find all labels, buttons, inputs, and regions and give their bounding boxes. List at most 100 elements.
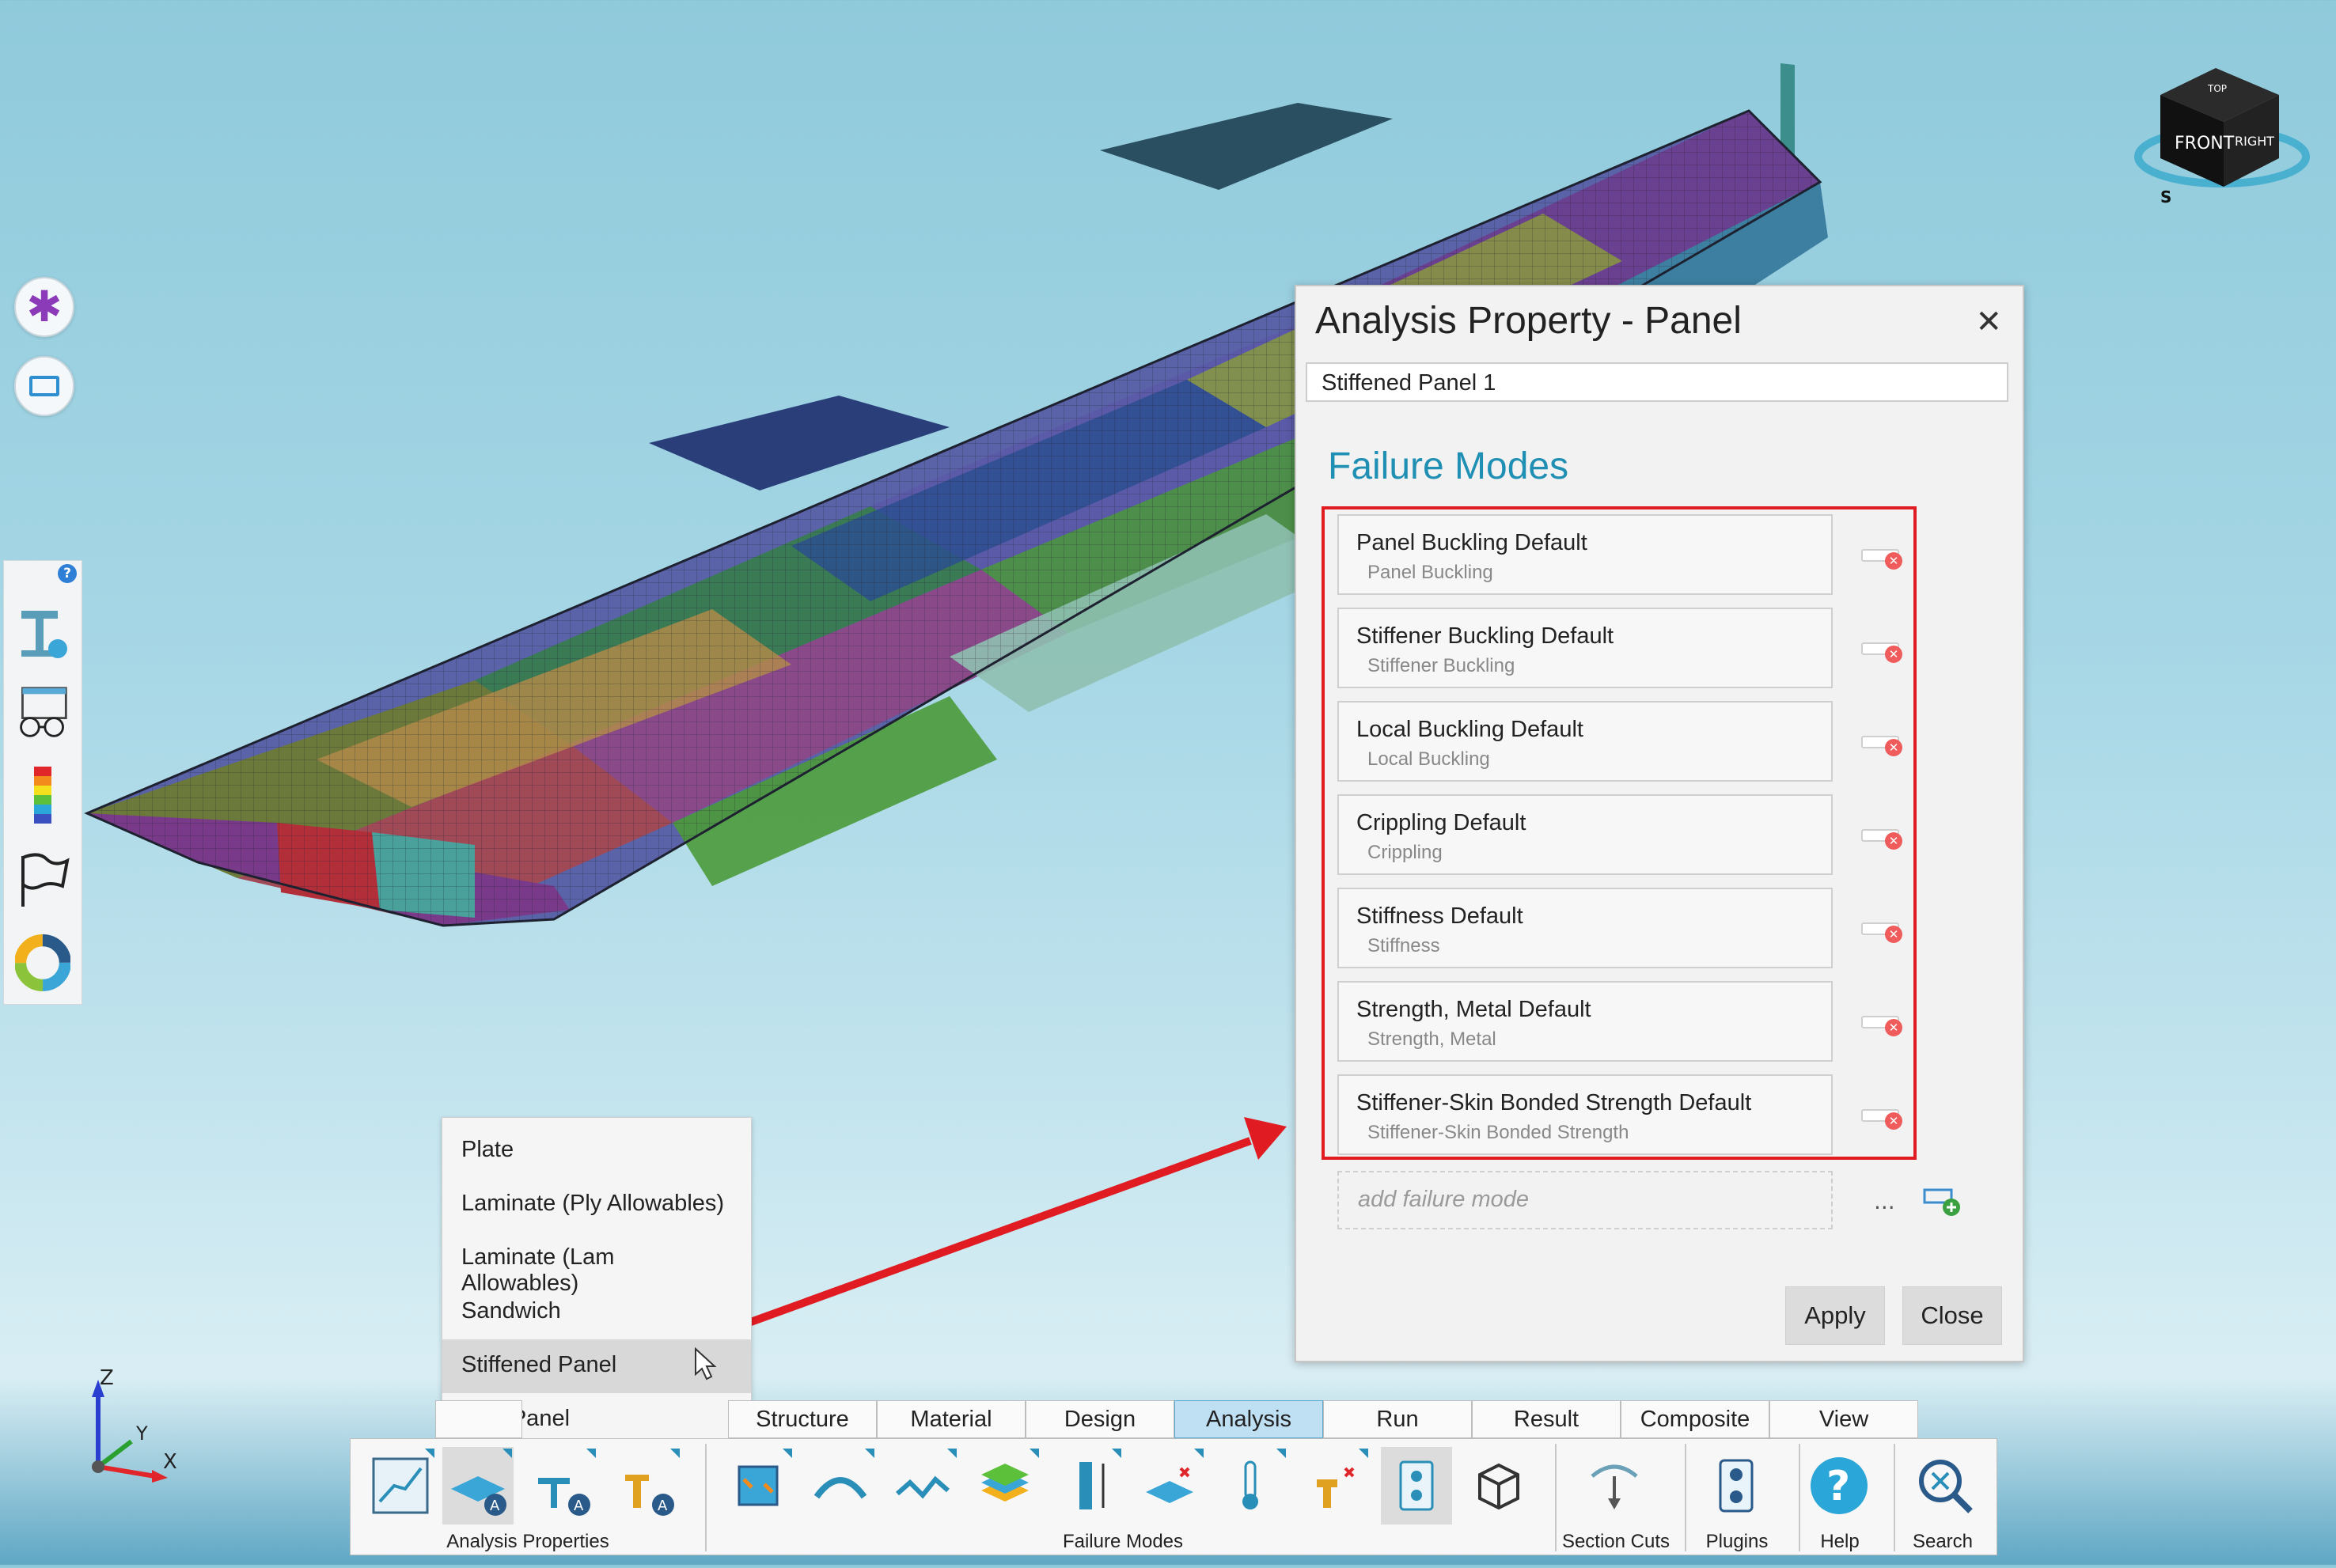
failure-mode-name: Stiffness Default [1356, 903, 1523, 929]
failure-mode-name: Crippling Default [1356, 810, 1526, 835]
menu-item-sandwich[interactable]: Sandwich [442, 1286, 751, 1339]
help-button[interactable]: ? [1803, 1447, 1875, 1524]
beam-analysis-icon: A [538, 1478, 590, 1516]
remove-icon: ✕ [1885, 832, 1902, 850]
svg-text:A: A [574, 1498, 584, 1514]
cube-outline-icon [1478, 1463, 1519, 1510]
failure-mode-item[interactable]: Local Buckling Default Local Buckling [1337, 701, 1833, 782]
failure-mode-button-10[interactable] [1463, 1447, 1534, 1524]
failure-mode-type: Local Buckling [1367, 748, 1490, 770]
failure-mode-item[interactable]: Stiffener-Skin Bonded Strength Default S… [1337, 1074, 1833, 1155]
beam-analysis-button[interactable]: A [526, 1447, 597, 1524]
tab-structure[interactable]: Structure [728, 1400, 877, 1438]
search-button[interactable] [1909, 1447, 1981, 1524]
tab-analysis[interactable]: Analysis [1174, 1400, 1323, 1438]
menu-item-laminate-ply[interactable]: Laminate (Ply Allowables) [442, 1178, 751, 1232]
remove-icon: ✕ [1885, 739, 1902, 756]
analysis-properties-menu: Plate Laminate (Ply Allowables) Laminate… [442, 1117, 752, 1445]
add-failure-mode-button[interactable] [1923, 1187, 1961, 1221]
tab-material[interactable]: Material [877, 1400, 1026, 1438]
failure-mode-name: Panel Buckling Default [1356, 530, 1587, 555]
remove-failure-mode-button[interactable]: ✕ [1861, 824, 1902, 850]
menu-item-laminate-lam[interactable]: Laminate (Lam Allowables) [442, 1232, 751, 1296]
failure-mode-item[interactable]: Stiffness Default Stiffness [1337, 888, 1833, 968]
plugins-button[interactable] [1701, 1447, 1772, 1524]
failure-mode-name: Stiffener-Skin Bonded Strength Default [1356, 1090, 1752, 1115]
stiffener-buckling-icon [896, 1475, 950, 1499]
analysis-properties-label: Analysis Properties [446, 1531, 609, 1552]
failure-mode-item[interactable]: Crippling Default Crippling [1337, 794, 1833, 875]
close-icon[interactable]: ✕ [1975, 304, 2002, 340]
help-icon: ? [1811, 1457, 1868, 1514]
search-icon [1919, 1460, 1973, 1513]
remove-icon: ✕ [1885, 552, 1902, 570]
failure-mode-name: Strength, Metal Default [1356, 997, 1591, 1022]
failure-mode-type: Crippling [1367, 842, 1443, 863]
remove-icon: ✕ [1885, 646, 1902, 663]
failure-mode-button-9[interactable] [1381, 1447, 1452, 1524]
failure-modes-label: Failure Modes [1062, 1531, 1184, 1552]
tab-design[interactable]: Design [1026, 1400, 1174, 1438]
svg-text:?: ? [1826, 1463, 1850, 1510]
failure-mode-button-1[interactable] [722, 1447, 794, 1524]
failure-mode-button-6[interactable] [1134, 1447, 1205, 1524]
section-cuts-button[interactable] [1579, 1447, 1650, 1524]
failure-mode-button-7[interactable] [1216, 1447, 1287, 1524]
beam-chart-icon [372, 1457, 429, 1514]
failure-mode-button-4[interactable] [969, 1447, 1041, 1524]
remove-failure-mode-button[interactable]: ✕ [1861, 544, 1902, 570]
help-label: Help [1820, 1531, 1860, 1552]
joint-analysis-button[interactable]: A [610, 1447, 681, 1524]
add-list-icon [1923, 1188, 1960, 1216]
tab-composite[interactable]: Composite [1621, 1400, 1769, 1438]
joint-analysis-icon: A [625, 1475, 674, 1516]
plug-outlet-icon [1719, 1459, 1754, 1513]
search-label: Search [1912, 1531, 1974, 1552]
laminate-layers-icon [981, 1464, 1029, 1502]
menu-item-plate[interactable]: Plate [442, 1124, 751, 1178]
remove-failure-mode-button[interactable]: ✕ [1861, 1011, 1902, 1036]
failure-mode-button-3[interactable] [887, 1447, 958, 1524]
remove-failure-mode-button[interactable]: ✕ [1861, 638, 1902, 663]
failure-mode-item[interactable]: Panel Buckling Default Panel Buckling [1337, 514, 1833, 595]
tab-run[interactable]: Run [1323, 1400, 1472, 1438]
svg-text:A: A [658, 1498, 668, 1514]
analysis-property-dialog: Analysis Property - Panel ✕ Stiffened Pa… [1295, 285, 2024, 1362]
failure-mode-type: Strength, Metal [1367, 1028, 1496, 1050]
outlet-icon [1399, 1460, 1434, 1511]
plugins-label: Plugins [1705, 1531, 1769, 1552]
failure-mode-name: Local Buckling Default [1356, 717, 1583, 742]
tab-view[interactable]: View [1769, 1400, 1918, 1438]
failure-mode-button-8[interactable] [1299, 1447, 1370, 1524]
failure-mode-item[interactable]: Stiffener Buckling Default Stiffener Buc… [1337, 608, 1833, 688]
remove-icon: ✕ [1885, 1019, 1902, 1036]
add-failure-mode-input[interactable]: add failure mode [1337, 1171, 1833, 1229]
failure-mode-type: Stiffness [1367, 935, 1440, 956]
remove-failure-mode-button[interactable]: ✕ [1861, 731, 1902, 756]
beam-property-button[interactable] [365, 1447, 436, 1524]
property-name-field[interactable]: Stiffened Panel 1 [1306, 362, 2008, 402]
failure-mode-button-2[interactable] [805, 1447, 876, 1524]
remove-failure-mode-button[interactable]: ✕ [1861, 1104, 1902, 1130]
section-cuts-label: Section Cuts [1561, 1531, 1670, 1552]
remove-icon: ✕ [1885, 926, 1902, 943]
section-cut-icon [1591, 1464, 1638, 1509]
strength-metal-icon [1146, 1467, 1193, 1503]
close-button[interactable]: Close [1902, 1286, 2002, 1345]
panel-buckling-icon [738, 1465, 779, 1506]
browse-failure-modes-button[interactable]: ... [1874, 1188, 1895, 1214]
failure-mode-type: Panel Buckling [1367, 562, 1493, 583]
panel-property-button[interactable]: A [442, 1447, 514, 1524]
panel-analysis-icon: A [451, 1476, 506, 1516]
tab-blank[interactable] [435, 1400, 522, 1438]
crippling-icon [813, 1477, 867, 1499]
failure-mode-item[interactable]: Strength, Metal Default Strength, Metal [1337, 981, 1833, 1062]
failure-mode-type: Stiffener-Skin Bonded Strength [1367, 1122, 1629, 1143]
failure-mode-button-5[interactable] [1052, 1447, 1123, 1524]
svg-text:A: A [490, 1498, 500, 1514]
tab-result[interactable]: Result [1472, 1400, 1621, 1438]
remove-failure-mode-button[interactable]: ✕ [1861, 918, 1902, 943]
mouse-cursor-icon [695, 1347, 717, 1381]
failure-mode-name: Stiffener Buckling Default [1356, 623, 1614, 649]
apply-button[interactable]: Apply [1785, 1286, 1885, 1345]
